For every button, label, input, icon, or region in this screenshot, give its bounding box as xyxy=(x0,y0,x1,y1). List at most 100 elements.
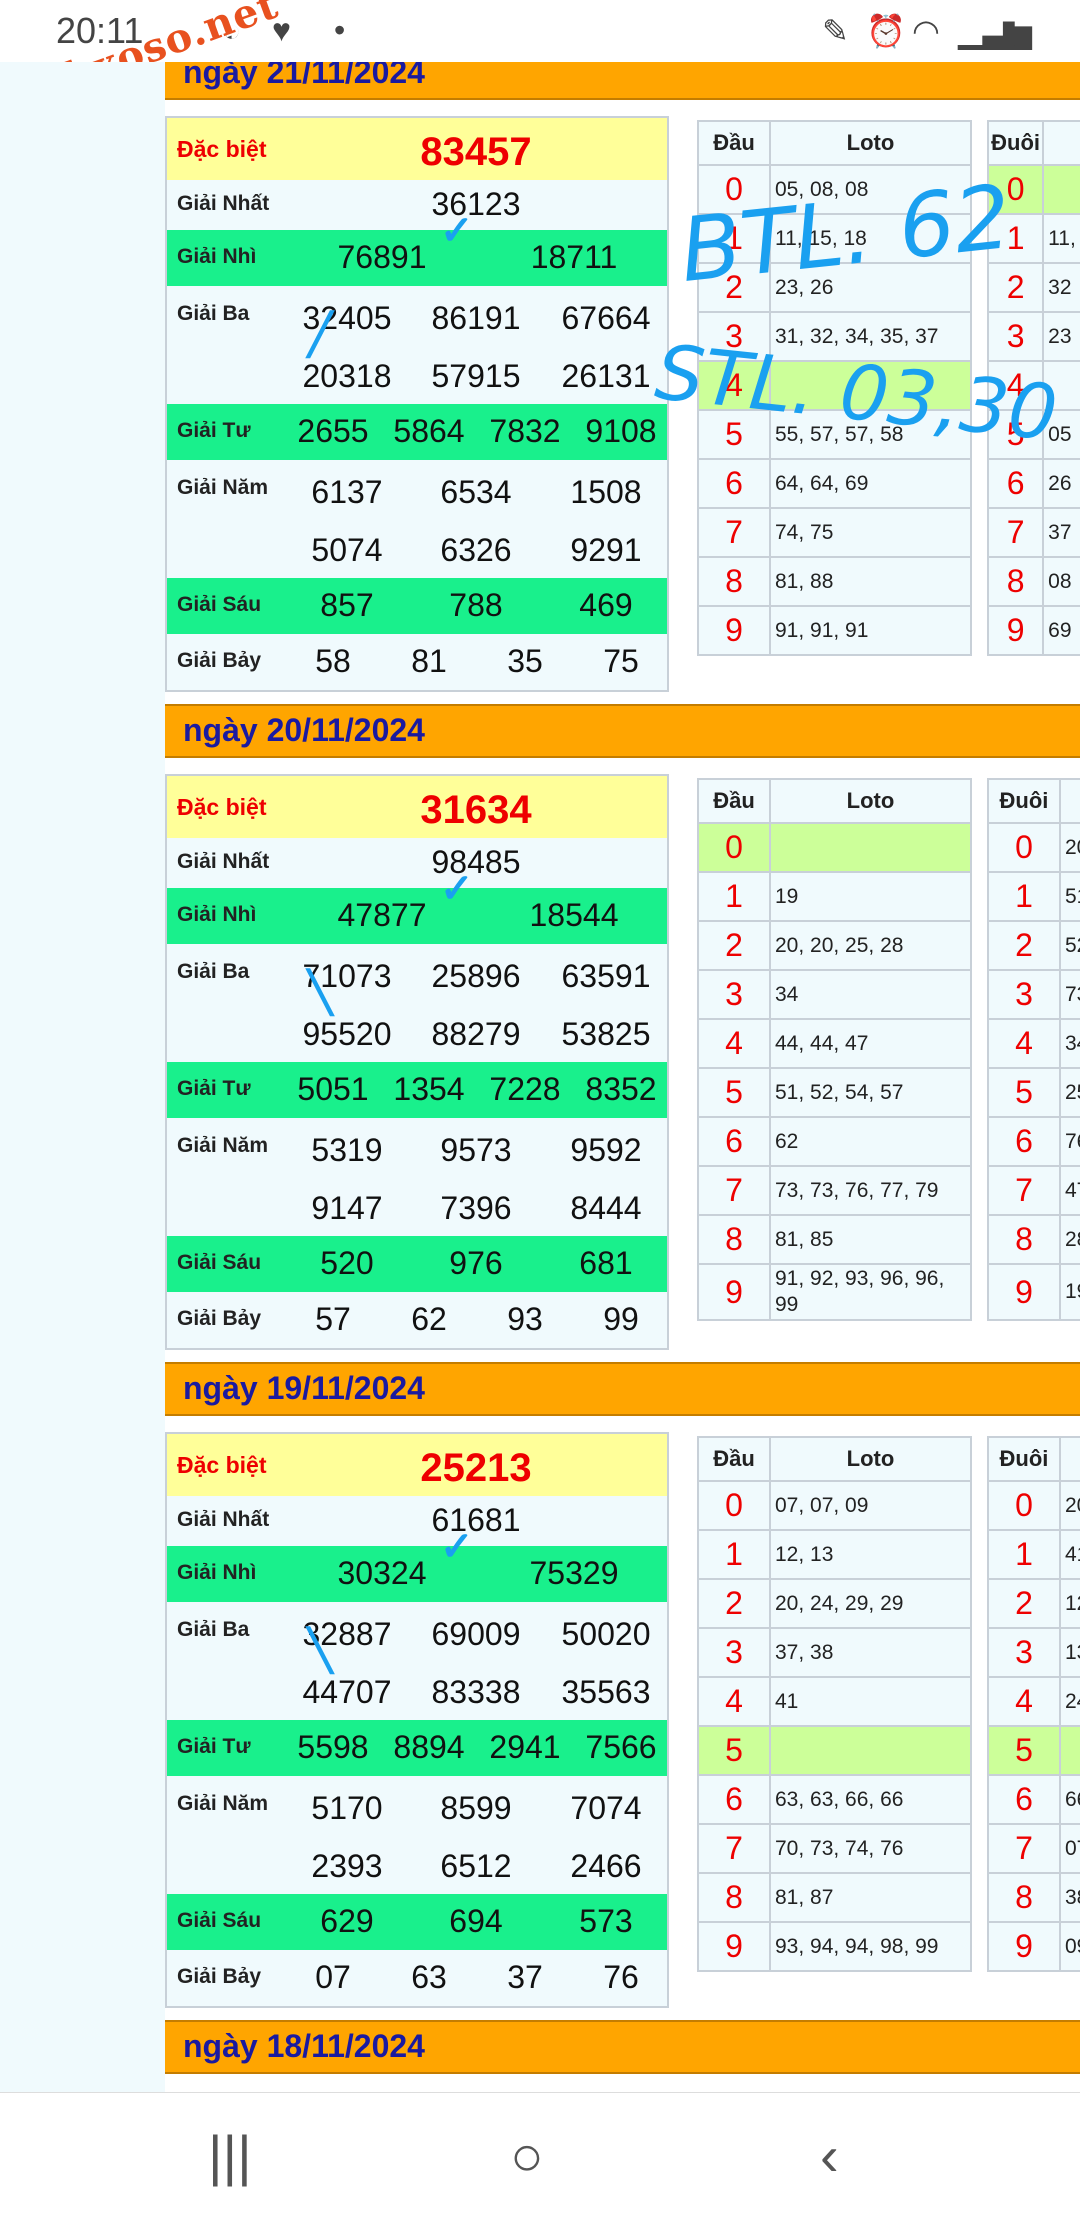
second-prize-number: 76891 xyxy=(337,239,427,275)
duoi-values: 19 xyxy=(1059,1263,1080,1321)
duoi-digit: 7 xyxy=(986,507,1045,558)
duoi-values: 08 xyxy=(1042,556,1080,607)
dau-header: Đầu xyxy=(697,120,771,166)
seventh-prize-number: 76 xyxy=(603,1959,639,1995)
third-prize-number: 57915 xyxy=(431,358,521,394)
dau-digit: 7 xyxy=(697,1823,771,1874)
dau-digit: 1 xyxy=(697,1529,771,1580)
duoi-row: 919 xyxy=(987,1263,1080,1321)
second-prize-number: 18544 xyxy=(529,897,619,933)
duoi-values: 73 xyxy=(1059,969,1080,1020)
duoi-values xyxy=(1059,1725,1080,1776)
third-prize: Giải Ba 32887 69009 50020 44707 83338 35563 xyxy=(167,1602,667,1720)
loto-values: 64, 64, 69 xyxy=(769,458,972,509)
duoi-row: 212 xyxy=(987,1578,1080,1629)
sixth-prize-number: 469 xyxy=(579,587,633,623)
loto-values: 91, 91, 91 xyxy=(769,605,972,656)
duoi-row: 525 xyxy=(987,1067,1080,1118)
seventh-prize-number: 93 xyxy=(507,1301,543,1337)
duoi-row: 9 69 xyxy=(986,605,1080,656)
fifth-prize-number: 6137 xyxy=(311,474,383,510)
checkmark-3: ✓ xyxy=(440,1525,474,1569)
seventh-prize-label: Giải Bảy xyxy=(177,1307,262,1330)
dau-digit: 1 xyxy=(697,871,771,922)
special-prize: Đặc biệt 25213 xyxy=(167,1434,667,1496)
fifth-prize-number: 8599 xyxy=(440,1790,512,1826)
fourth-prize-number: 7832 xyxy=(489,413,561,449)
fifth-prize-number: 9291 xyxy=(570,532,642,568)
duoi-values: 11, 91 xyxy=(1042,213,1080,264)
fifth-prize-number: 5074 xyxy=(311,532,383,568)
loto-row: 3 34 xyxy=(697,969,972,1020)
fourth-prize-number: 8894 xyxy=(393,1729,465,1765)
dau-digit: 0 xyxy=(697,1480,771,1531)
result-table: Đặc biệt 25213 Giải Nhất 61681 Giải Nhì 30324… xyxy=(165,1432,669,2008)
duoi-values: 32 xyxy=(1042,262,1080,313)
first-prize-label: Giải Nhất xyxy=(177,192,270,215)
sixth-prize: Giải Sáu 629 694 573 xyxy=(167,1894,667,1950)
duoi-values: 52 xyxy=(1059,920,1080,971)
duoi-digit: 9 xyxy=(987,1921,1061,1972)
loto-values: 51, 52, 54, 57 xyxy=(769,1067,972,1118)
loto-row: 7 70, 73, 74, 76 xyxy=(697,1823,972,1874)
fifth-prize-number: 6512 xyxy=(440,1848,512,1884)
loto-values: 73, 73, 76, 77, 79 xyxy=(769,1165,972,1216)
duoi-row: 5 xyxy=(987,1725,1080,1776)
fifth-prize: Giải Năm 6137 6534 1508 5074 6326 9291 xyxy=(167,460,667,578)
third-prize-label: Giải Ba xyxy=(177,302,250,325)
duoi-row: 373 xyxy=(987,969,1080,1020)
third-prize-number: 83338 xyxy=(431,1674,521,1710)
duoi-row: 6 26 xyxy=(986,458,1080,509)
seventh-prize: Giải Bảy 07 63 37 76 xyxy=(167,1950,667,2006)
loto-row: 2 20, 20, 25, 28 xyxy=(697,920,972,971)
loto-values xyxy=(769,822,972,873)
special-prize-number: 25213 xyxy=(420,1446,532,1490)
sixth-prize-label: Giải Sáu xyxy=(177,1251,262,1274)
home-button[interactable]: ○ xyxy=(510,2123,544,2188)
sixth-prize-number: 788 xyxy=(449,587,503,623)
duoi-values: 47 xyxy=(1059,1165,1080,1216)
loto-values: 91, 92, 93, 96, 96, 99 xyxy=(769,1263,972,1321)
dau-digit: 2 xyxy=(697,920,771,971)
dau-digit: 9 xyxy=(697,1921,771,1972)
duoi-row: 828 xyxy=(987,1214,1080,1265)
duoi-table: Đuôi0201412123134245666707838909 xyxy=(987,1436,1080,1972)
duoi-row: 313 xyxy=(987,1627,1080,1678)
duoi-digit: 9 xyxy=(987,1263,1061,1321)
duoi-header-extra xyxy=(1042,120,1080,166)
fifth-prize-number: 7396 xyxy=(440,1190,512,1226)
fourth-prize-number: 5864 xyxy=(393,413,465,449)
duoi-digit: 8 xyxy=(986,556,1045,607)
dau-digit: 8 xyxy=(697,556,771,607)
duoi-values: 23 xyxy=(1042,311,1080,362)
special-prize-label: Đặc biệt xyxy=(177,794,267,820)
fourth-prize-number: 1354 xyxy=(393,1071,465,1107)
fifth-prize-label: Giải Năm xyxy=(177,476,269,499)
fourth-prize-number: 7228 xyxy=(489,1071,561,1107)
back-button[interactable]: ‹ xyxy=(820,2123,839,2188)
loto-row: 8 81, 87 xyxy=(697,1872,972,1923)
loto-table: Đầu Loto 0 1 19 2 20, 20, 25, 28 3 34 4 44, 44, 47… xyxy=(697,778,972,1321)
fourth-prize-label: Giải Tư xyxy=(177,419,251,442)
second-prize: Giải Nhì 76891 18711 xyxy=(167,230,667,286)
duoi-row: 252 xyxy=(987,920,1080,971)
sixth-prize-number: 573 xyxy=(579,1903,633,1939)
loto-values: 62 xyxy=(769,1116,972,1167)
loto-values: 81, 88 xyxy=(769,556,972,607)
loto-row: 5 51, 52, 54, 57 xyxy=(697,1067,972,1118)
wifi-icon: ◠ xyxy=(912,13,940,49)
first-prize-label: Giải Nhất xyxy=(177,850,270,873)
recent-apps-button[interactable]: ||| xyxy=(208,2123,252,2188)
loto-row: 8 81, 85 xyxy=(697,1214,972,1265)
stroke-1: ╱ xyxy=(308,313,333,357)
dau-digit: 8 xyxy=(697,1214,771,1265)
loto-row: 1 19 xyxy=(697,871,972,922)
duoi-digit: 0 xyxy=(987,1480,1061,1531)
duoi-digit: 4 xyxy=(987,1018,1061,1069)
seventh-prize-number: 58 xyxy=(315,643,351,679)
duoi-table: Đuôi020151252373434525676747828919 xyxy=(987,778,1080,1321)
special-prize-label: Đặc biệt xyxy=(177,1452,267,1478)
checkmark-1: ✓ xyxy=(440,209,474,253)
fifth-prize-number: 9147 xyxy=(311,1190,383,1226)
loto-row: 7 73, 73, 76, 77, 79 xyxy=(697,1165,972,1216)
